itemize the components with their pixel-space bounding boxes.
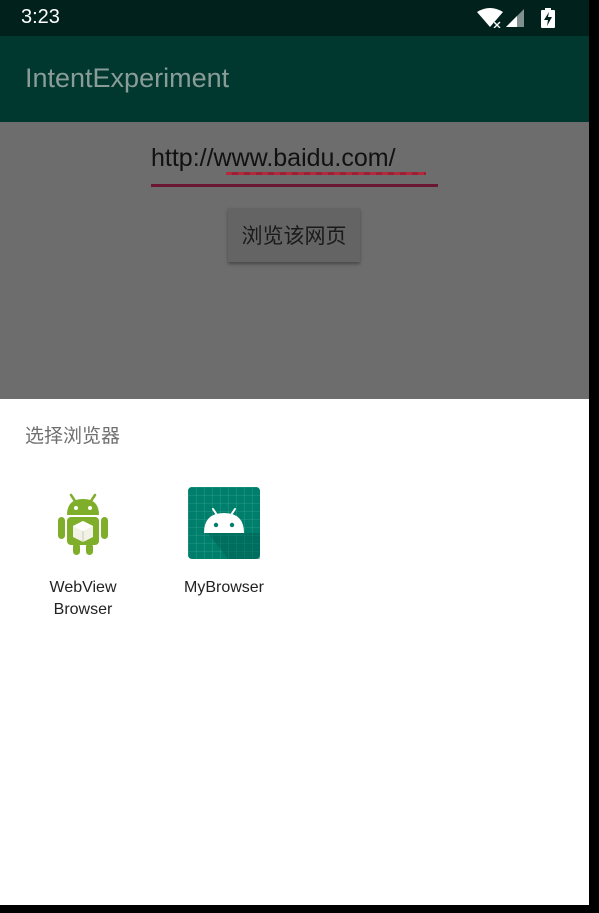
status-time: 3:23 xyxy=(21,6,60,28)
app-label-webview-browser: WebView Browser xyxy=(49,579,117,618)
browser-chooser-sheet: 选择浏览器 WebView Browser MyBrowser xyxy=(0,399,589,905)
android-app-icon xyxy=(188,487,260,559)
battery-charging-icon xyxy=(541,8,555,28)
app-title: IntentExperiment xyxy=(25,63,230,93)
app-option-mybrowser[interactable]: MyBrowser xyxy=(164,485,284,625)
chooser-title: 选择浏览器 xyxy=(25,425,121,447)
url-input[interactable]: http://www.baidu.com/ xyxy=(151,144,437,184)
app-bar: IntentExperiment xyxy=(0,36,589,122)
signal-icon xyxy=(506,9,524,27)
wifi-icon xyxy=(477,8,503,28)
android-robot-icon xyxy=(58,493,108,555)
app-option-webview-browser[interactable]: WebView Browser xyxy=(23,485,143,625)
app-label-mybrowser: MyBrowser xyxy=(183,579,264,596)
main-content-dimmed: http://www.baidu.com/ 浏览该网页 xyxy=(0,122,589,399)
input-underline xyxy=(151,184,438,187)
spellcheck-underline xyxy=(226,172,426,175)
device-screen: 3:23 IntentExperiment http://www.baidu.c… xyxy=(0,0,589,905)
status-bar: 3:23 xyxy=(0,0,589,36)
browse-page-button[interactable]: 浏览该网页 xyxy=(228,208,360,262)
